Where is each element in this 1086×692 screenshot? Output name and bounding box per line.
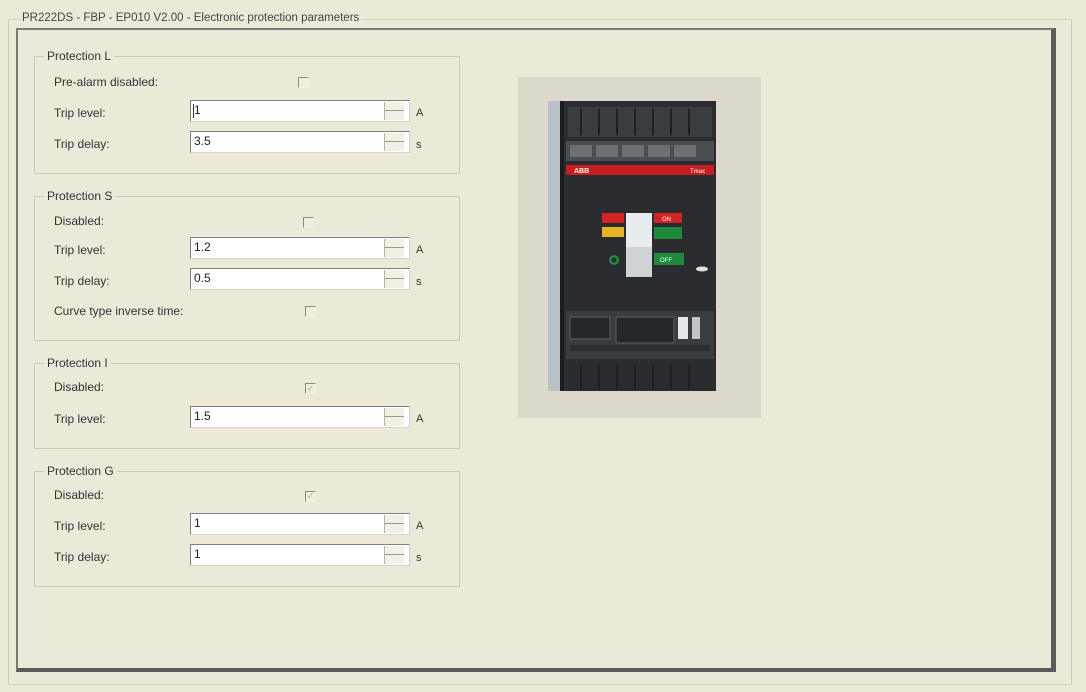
protection-l-trip-level-unit: A [416, 107, 424, 119]
protection-l-title: Protection L [44, 49, 115, 63]
protection-s-trip-level-input[interactable]: 1.2 [190, 237, 410, 259]
protection-l-trip-level-input[interactable]: 1 [190, 100, 410, 122]
spinner-buttons [384, 515, 404, 533]
protection-g-trip-delay-input[interactable]: 1 [190, 544, 410, 566]
protection-l-trip-delay-value: 3.5 [194, 134, 211, 148]
protection-l-group: Protection L Pre-alarm disabled: Trip le… [34, 49, 460, 174]
spinner-buttons [384, 133, 404, 151]
spin-down-button[interactable] [385, 417, 404, 426]
protection-s-title: Protection S [44, 189, 116, 203]
protection-g-disabled-label: Disabled: [54, 488, 105, 502]
spin-down-button[interactable] [385, 279, 404, 288]
protection-g-trip-delay-label: Trip delay: [54, 550, 110, 564]
protection-i-group: Protection I Disabled: ✓ Trip level: 1.5… [34, 356, 460, 449]
protection-l-trip-level-label: Trip level: [54, 106, 106, 120]
protection-i-trip-level-value: 1.5 [194, 409, 211, 423]
protection-i-trip-level-label: Trip level: [54, 412, 106, 426]
spin-down-button[interactable] [385, 248, 404, 257]
protection-l-trip-delay-input[interactable]: 3.5 [190, 131, 410, 153]
circuit-breaker-image: ABB Tmax ON OFF [548, 101, 716, 391]
spin-up-button[interactable] [385, 133, 404, 142]
spin-down-button[interactable] [385, 142, 404, 151]
protection-s-disabled-checkbox[interactable] [303, 217, 314, 228]
curve-type-label: Curve type inverse time: [54, 304, 184, 318]
on-label: ON [662, 217, 671, 223]
protection-i-title: Protection I [44, 356, 111, 370]
protection-s-disabled-label: Disabled: [54, 214, 105, 228]
model-label: Tmax [690, 169, 705, 175]
spinner-buttons [384, 408, 404, 426]
protection-s-trip-delay-value: 0.5 [194, 271, 211, 285]
window-title: PR222DS - FBP - EP010 V2.00 - Electronic… [20, 12, 362, 24]
protection-g-title: Protection G [44, 464, 117, 478]
pre-alarm-checkbox[interactable] [298, 77, 309, 88]
protection-s-trip-delay-unit: s [416, 276, 422, 288]
protection-l-trip-level-value: 1 [194, 103, 201, 117]
protection-s-trip-level-label: Trip level: [54, 243, 106, 257]
brand-label: ABB [574, 168, 589, 175]
protection-s-trip-level-value: 1.2 [194, 240, 211, 254]
protection-i-disabled-checkbox[interactable]: ✓ [305, 383, 316, 394]
curve-type-checkbox[interactable] [305, 306, 316, 317]
breaker-photo: ABB Tmax ON OFF [518, 77, 761, 418]
protection-s-trip-delay-label: Trip delay: [54, 274, 110, 288]
protection-g-trip-delay-value: 1 [194, 547, 201, 561]
pre-alarm-label: Pre-alarm disabled: [54, 75, 159, 89]
protection-g-group: Protection G Disabled: ✓ Trip level: 1 A… [34, 464, 460, 587]
protection-i-disabled-label: Disabled: [54, 380, 105, 394]
spin-up-button[interactable] [385, 102, 404, 111]
protection-s-group: Protection S Disabled: Trip level: 1.2 A… [34, 189, 460, 341]
protection-g-trip-level-label: Trip level: [54, 519, 106, 533]
spinner-buttons [384, 239, 404, 257]
spin-down-button[interactable] [385, 524, 404, 533]
protection-i-trip-level-input[interactable]: 1.5 [190, 406, 410, 428]
spinner-buttons [384, 102, 404, 120]
protection-l-trip-delay-label: Trip delay: [54, 137, 110, 151]
protection-s-trip-level-unit: A [416, 244, 424, 256]
spin-up-button[interactable] [385, 239, 404, 248]
protection-g-disabled-checkbox[interactable]: ✓ [305, 491, 316, 502]
spin-up-button[interactable] [385, 546, 404, 555]
spin-up-button[interactable] [385, 270, 404, 279]
protection-g-trip-delay-unit: s [416, 552, 422, 564]
spin-down-button[interactable] [385, 111, 404, 120]
spinner-buttons [384, 546, 404, 564]
spin-down-button[interactable] [385, 555, 404, 564]
spin-up-button[interactable] [385, 408, 404, 417]
off-label: OFF [660, 258, 672, 264]
protection-l-trip-delay-unit: s [416, 139, 422, 151]
spinner-buttons [384, 270, 404, 288]
protection-i-trip-level-unit: A [416, 413, 424, 425]
protection-s-trip-delay-input[interactable]: 0.5 [190, 268, 410, 290]
protection-g-trip-level-unit: A [416, 520, 424, 532]
spin-up-button[interactable] [385, 515, 404, 524]
protection-g-trip-level-value: 1 [194, 516, 201, 530]
protection-g-trip-level-input[interactable]: 1 [190, 513, 410, 535]
